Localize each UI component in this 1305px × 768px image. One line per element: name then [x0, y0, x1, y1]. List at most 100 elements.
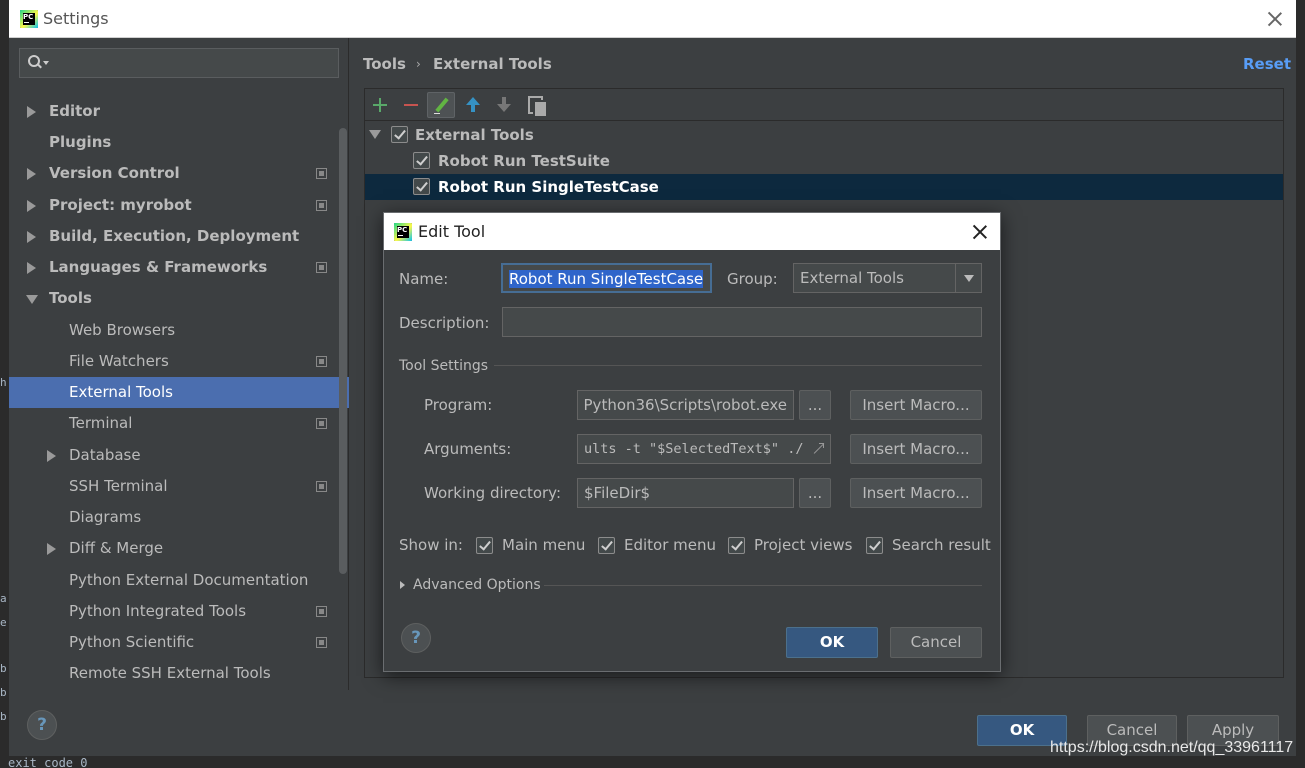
- group-label: Group:: [727, 270, 778, 288]
- advanced-options-toggle[interactable]: Advanced Options: [413, 577, 541, 593]
- sidebar-item-label: Python Integrated Tools: [69, 602, 247, 620]
- sidebar-item-diff-merge[interactable]: Diff & Merge: [9, 533, 349, 564]
- sidebar-item-label: Diff & Merge: [69, 539, 164, 557]
- breadcrumb-parent[interactable]: Tools: [363, 55, 406, 73]
- dialog-help-button[interactable]: ?: [401, 623, 431, 653]
- tool-checkbox[interactable]: [413, 152, 430, 169]
- dialog-ok-button[interactable]: OK: [786, 627, 878, 658]
- gutter-char: b: [0, 686, 7, 699]
- working-directory-insert-macro-button[interactable]: Insert Macro...: [850, 478, 982, 508]
- search-box[interactable]: [19, 48, 339, 78]
- program-input[interactable]: Python36\Scripts\robot.exe: [577, 390, 794, 420]
- working-directory-browse-button[interactable]: ...: [799, 478, 831, 508]
- arguments-input[interactable]: ults -t "$SelectedText$" ./: [577, 434, 831, 464]
- name-input[interactable]: Robot Run SingleTestCase: [501, 263, 712, 293]
- sidebar-scrollbar[interactable]: [339, 128, 347, 574]
- background-console-line: exit code 0: [8, 756, 88, 768]
- sidebar-item-tools[interactable]: Tools: [9, 283, 349, 314]
- tool-row[interactable]: Robot Run TestSuite: [365, 148, 1283, 174]
- sidebar-item-terminal[interactable]: Terminal: [9, 408, 349, 439]
- sidebar-item-languages[interactable]: Languages & Frameworks: [9, 252, 349, 283]
- gutter-char: b: [0, 662, 7, 675]
- tool-checkbox[interactable]: [413, 178, 430, 195]
- editor-menu-label: Editor menu: [624, 536, 717, 554]
- sidebar-item-web-browsers[interactable]: Web Browsers: [9, 315, 349, 346]
- group-value: External Tools: [800, 269, 904, 287]
- chevron-down-icon[interactable]: [955, 264, 981, 292]
- sidebar-item-python-external-docs[interactable]: Python External Documentation: [9, 565, 349, 596]
- sidebar-item-label: Project: myrobot: [49, 196, 192, 214]
- dialog-title: Edit Tool: [418, 222, 486, 241]
- sidebar-item-remote-ssh-tools[interactable]: Remote SSH External Tools: [9, 658, 349, 689]
- editor-menu-checkbox[interactable]: [598, 537, 615, 554]
- sidebar-item-python-scientific[interactable]: Python Scientific: [9, 627, 349, 658]
- program-value: Python36\Scripts\robot.exe: [583, 396, 787, 414]
- sidebar-item-label: Web Browsers: [69, 321, 176, 339]
- gutter-char: b: [0, 710, 7, 723]
- program-insert-macro-button[interactable]: Insert Macro...: [850, 390, 982, 420]
- sidebar-item-diagrams[interactable]: Diagrams: [9, 502, 349, 533]
- group-combobox[interactable]: External Tools: [793, 263, 982, 293]
- project-level-icon: [316, 200, 327, 211]
- sidebar-item-label: File Watchers: [69, 352, 169, 370]
- sidebar-item-label: Database: [69, 446, 141, 464]
- project-level-icon: [316, 637, 327, 648]
- copy-icon[interactable]: [522, 92, 550, 118]
- move-down-icon[interactable]: [490, 92, 518, 118]
- tool-group-row[interactable]: External Tools: [365, 122, 1283, 148]
- sidebar-item-database[interactable]: Database: [9, 440, 349, 471]
- reset-link[interactable]: Reset: [1243, 55, 1291, 73]
- sidebar-item-editor[interactable]: Editor: [9, 96, 349, 127]
- sidebar-item-plugins[interactable]: Plugins: [9, 127, 349, 158]
- program-label: Program:: [424, 396, 493, 414]
- sidebar-item-file-watchers[interactable]: File Watchers: [9, 346, 349, 377]
- sidebar-item-label: Remote SSH External Tools: [69, 664, 271, 682]
- group-checkbox[interactable]: [391, 126, 408, 143]
- expand-arrow-icon: [27, 200, 36, 212]
- program-browse-button[interactable]: ...: [799, 390, 831, 420]
- edit-tool-dialog: PC Edit Tool Name: Robot Run SingleTestC…: [383, 212, 1001, 672]
- pycharm-logo-icon: PC: [394, 223, 412, 241]
- close-window-icon[interactable]: [1264, 8, 1286, 30]
- help-button[interactable]: ?: [27, 710, 57, 740]
- sidebar-item-external-tools[interactable]: External Tools: [9, 377, 349, 408]
- add-icon[interactable]: [366, 92, 394, 118]
- project-views-checkbox[interactable]: [728, 537, 745, 554]
- arguments-insert-macro-button[interactable]: Insert Macro...: [850, 434, 982, 464]
- gutter-char: a: [0, 592, 7, 605]
- sidebar-item-version-control[interactable]: Version Control: [9, 158, 349, 189]
- sidebar-item-python-integrated-tools[interactable]: Python Integrated Tools: [9, 596, 349, 627]
- tool-row[interactable]: Robot Run SingleTestCase: [365, 174, 1283, 200]
- sidebar-item-ssh-terminal[interactable]: SSH Terminal: [9, 471, 349, 502]
- description-label: Description:: [399, 314, 490, 332]
- watermark-text: https://blog.csdn.net/qq_33961117: [1050, 739, 1294, 756]
- description-input[interactable]: [502, 307, 982, 337]
- working-directory-input[interactable]: $FileDir$: [577, 478, 794, 508]
- expand-icon[interactable]: [812, 443, 824, 455]
- main-menu-checkbox[interactable]: [476, 537, 493, 554]
- breadcrumb-separator: ›: [416, 57, 421, 71]
- tool-label: Robot Run TestSuite: [438, 152, 610, 170]
- project-level-icon: [316, 168, 327, 179]
- sidebar-item-label: Python External Documentation: [69, 571, 309, 589]
- section-divider: [494, 365, 982, 366]
- collapse-arrow-icon: [26, 295, 38, 304]
- expand-arrow-icon: [27, 106, 36, 118]
- edit-icon[interactable]: [427, 92, 455, 118]
- sidebar-item-label: Build, Execution, Deployment: [49, 227, 300, 245]
- sidebar-item-project[interactable]: Project: myrobot: [9, 190, 349, 221]
- search-result-checkbox[interactable]: [866, 537, 883, 554]
- sidebar-item-label: Languages & Frameworks: [49, 258, 268, 276]
- move-up-icon[interactable]: [459, 92, 487, 118]
- search-input[interactable]: [52, 53, 332, 73]
- sidebar-item-label: Diagrams: [69, 508, 142, 526]
- close-dialog-icon[interactable]: [969, 221, 991, 243]
- expand-arrow-icon[interactable]: [400, 581, 405, 589]
- expand-arrow-icon: [27, 168, 36, 180]
- expand-arrow-icon: [27, 262, 36, 274]
- sidebar-item-label: SSH Terminal: [69, 477, 168, 495]
- project-level-icon: [316, 262, 327, 273]
- dialog-cancel-button[interactable]: Cancel: [890, 627, 982, 658]
- sidebar-item-build[interactable]: Build, Execution, Deployment: [9, 221, 349, 252]
- remove-icon[interactable]: [397, 92, 425, 118]
